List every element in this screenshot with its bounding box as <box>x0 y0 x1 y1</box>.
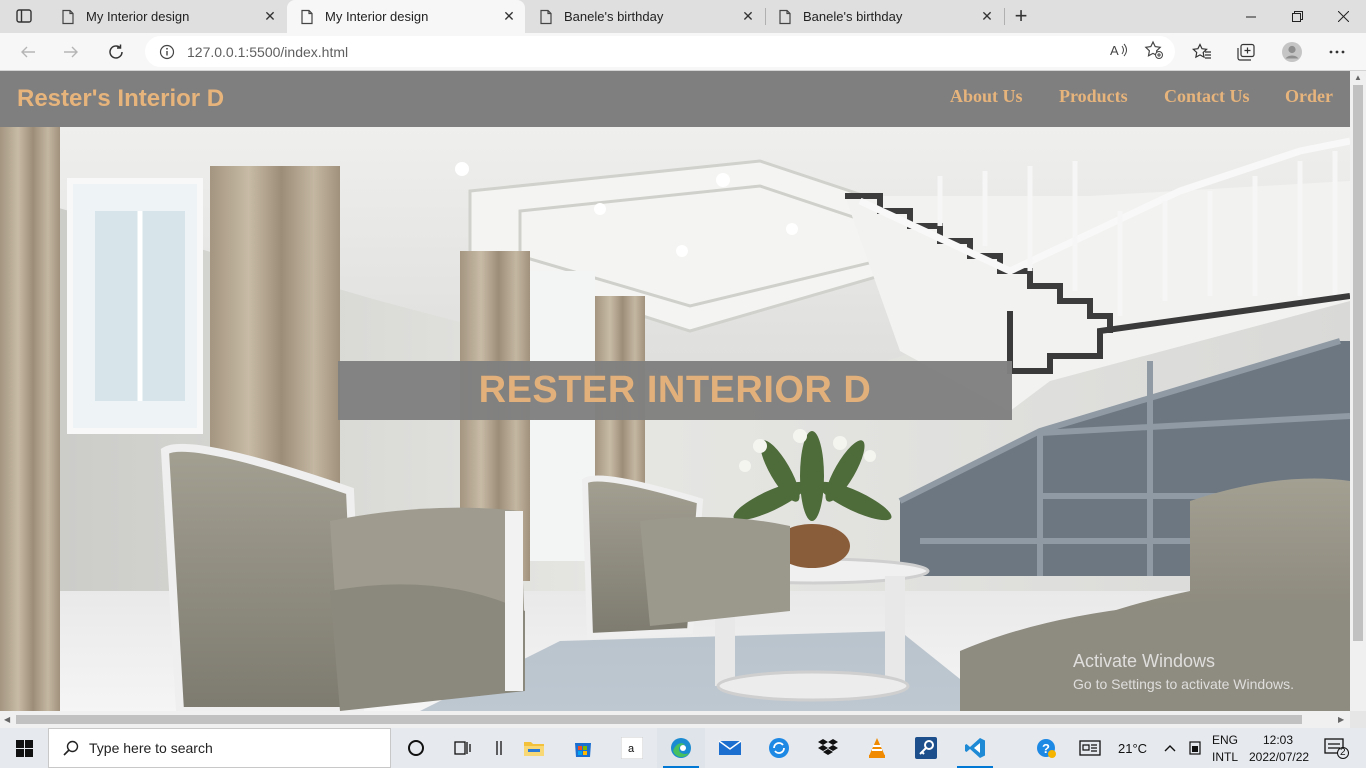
cortana-icon[interactable] <box>392 728 440 768</box>
minimize-icon[interactable] <box>1228 0 1274 33</box>
edge-browser-icon[interactable] <box>657 728 705 768</box>
close-icon[interactable]: ✕ <box>497 5 521 29</box>
hero-title: RESTER INTERIOR D <box>478 369 872 411</box>
mail-icon[interactable] <box>706 728 754 768</box>
restore-icon[interactable] <box>1274 0 1320 33</box>
hero-banner: RESTER INTERIOR D <box>338 361 1012 420</box>
notification-center-icon[interactable]: 2 <box>1316 728 1356 768</box>
nav-about-us[interactable]: About Us <box>950 86 1023 107</box>
file-explorer-icon[interactable] <box>510 728 558 768</box>
watermark-title: Activate Windows <box>1073 651 1216 671</box>
activate-windows-watermark: Activate Windows Go to Settings to activ… <box>1073 651 1294 692</box>
url-text[interactable]: 127.0.0.1:5500/index.html <box>187 44 348 60</box>
site-navbar: Rester's Interior D About Us Products Co… <box>0 71 1350 127</box>
tab-title: Banele's birthday <box>564 9 664 24</box>
info-icon[interactable] <box>159 44 175 60</box>
notification-count: 2 <box>1340 747 1346 758</box>
page-icon <box>62 9 74 24</box>
add-favorite-icon[interactable] <box>1143 40 1165 60</box>
new-tab-icon[interactable]: + <box>1008 3 1034 28</box>
tab-divider <box>1004 8 1005 25</box>
clock-time[interactable]: 12:03 <box>1263 733 1293 747</box>
dropbox-icon[interactable] <box>804 728 852 768</box>
horizontal-scrollbar[interactable]: ◀ ▶ <box>0 711 1350 728</box>
scroll-left-icon[interactable]: ◀ <box>4 715 10 724</box>
language-code[interactable]: ENG <box>1212 733 1238 747</box>
read-aloud-icon[interactable]: A <box>1108 40 1130 60</box>
profile-avatar-icon[interactable] <box>1277 37 1307 67</box>
more-options-icon[interactable] <box>1322 37 1352 67</box>
microsoft-store-icon[interactable] <box>559 728 607 768</box>
back-icon[interactable] <box>13 37 43 67</box>
forward-icon[interactable] <box>56 37 86 67</box>
page-icon <box>540 9 552 24</box>
chevron-up-icon[interactable] <box>1160 728 1180 768</box>
close-icon[interactable]: ✕ <box>975 5 999 29</box>
browser-toolbar: 127.0.0.1:5500/index.html A <box>0 33 1366 71</box>
tab-actions-icon[interactable] <box>8 5 40 27</box>
horizontal-scroll-thumb[interactable] <box>16 715 1302 724</box>
sync-app-icon[interactable] <box>755 728 803 768</box>
tab-title: My Interior design <box>86 9 190 24</box>
key-app-icon[interactable] <box>902 728 950 768</box>
taskbar-search-box[interactable]: Type here to search <box>48 728 391 768</box>
windows-start-icon[interactable] <box>0 728 48 768</box>
scrollbar-corner <box>1350 711 1366 728</box>
svg-text:A: A <box>1110 43 1119 57</box>
scroll-up-icon[interactable]: ▲ <box>1354 73 1362 82</box>
clock-date[interactable]: 2022/07/22 <box>1249 750 1309 764</box>
nav-order[interactable]: Order <box>1285 86 1333 107</box>
watermark-subtitle: Go to Settings to activate Windows. <box>1073 676 1294 692</box>
scroll-right-icon[interactable]: ▶ <box>1338 715 1344 724</box>
close-icon[interactable]: ✕ <box>736 5 760 29</box>
help-icon[interactable]: ? <box>1022 728 1070 768</box>
vscode-icon[interactable] <box>951 728 999 768</box>
vertical-scroll-thumb[interactable] <box>1353 85 1363 641</box>
news-weather-icon[interactable] <box>1075 728 1105 768</box>
tab-title: Banele's birthday <box>803 9 903 24</box>
amazon-icon[interactable]: a <box>608 728 656 768</box>
browser-tab-strip: My Interior design ✕ My Interior design … <box>0 0 1366 33</box>
nav-contact-us[interactable]: Contact Us <box>1164 86 1250 107</box>
nav-products[interactable]: Products <box>1059 86 1128 107</box>
page-viewport: Rester's Interior D About Us Products Co… <box>0 71 1350 711</box>
vlc-icon[interactable] <box>853 728 901 768</box>
battery-icon[interactable] <box>1184 728 1206 768</box>
tab-1[interactable]: My Interior design ✕ <box>48 0 286 33</box>
page-icon <box>301 9 313 24</box>
address-bar[interactable]: 127.0.0.1:5500/index.html <box>145 36 1175 67</box>
weather-temperature[interactable]: 21°C <box>1118 741 1147 756</box>
svg-text:a: a <box>628 743 635 755</box>
tab-4[interactable]: Banele's birthday ✕ <box>765 0 1003 33</box>
close-icon[interactable]: ✕ <box>258 5 282 29</box>
search-placeholder: Type here to search <box>89 740 213 756</box>
search-icon <box>63 740 79 756</box>
keyboard-layout[interactable]: INTL <box>1212 750 1238 764</box>
site-brand[interactable]: Rester's Interior D <box>17 85 224 113</box>
refresh-icon[interactable] <box>101 37 131 67</box>
tab-title: My Interior design <box>325 9 429 24</box>
vertical-scrollbar[interactable]: ▲ <box>1350 71 1366 711</box>
collections-icon[interactable] <box>1231 37 1261 67</box>
tab-2[interactable]: My Interior design ✕ <box>287 0 525 33</box>
window-close-icon[interactable] <box>1320 0 1366 33</box>
tab-3[interactable]: Banele's birthday ✕ <box>526 0 764 33</box>
windows-taskbar: Type here to search a ? 21°C ENG INTL 12… <box>0 728 1366 768</box>
favorites-icon[interactable] <box>1187 37 1217 67</box>
page-icon <box>779 9 791 24</box>
